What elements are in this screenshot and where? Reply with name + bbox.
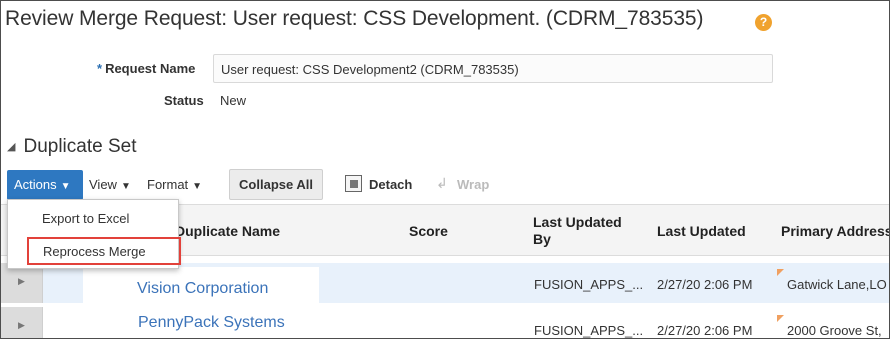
chevron-down-icon: ▼: [60, 181, 71, 192]
column-score[interactable]: Score: [409, 223, 448, 240]
status-label: Status: [164, 93, 204, 108]
duplicate-set-header[interactable]: ◢ Duplicate Set: [7, 136, 136, 158]
request-name-label: * Request Name: [97, 61, 196, 76]
change-flag-icon: [777, 269, 784, 276]
detach-button[interactable]: Detach: [369, 177, 412, 192]
help-icon[interactable]: ?: [755, 14, 772, 31]
expand-arrow-icon[interactable]: ▶: [18, 320, 25, 331]
wrap-icon: ↲: [436, 175, 448, 191]
menu-item-reprocess-merge[interactable]: Reprocess Merge: [27, 237, 181, 265]
last-updated-by-cell: FUSION_APPS_...: [534, 323, 644, 338]
actions-dropdown-menu: Export to Excel Reprocess Merge: [7, 199, 181, 269]
table-toolbar: Actions ▼ View ▼ Format ▼ Collapse All Deta…: [1, 168, 889, 202]
required-marker: *: [97, 61, 103, 76]
last-updated-cell: 2/27/20 2:06 PM: [657, 323, 753, 338]
column-primary-address[interactable]: Primary Address: [781, 223, 889, 240]
request-name-field[interactable]: User request: CSS Development2 (CDRM_783…: [213, 54, 773, 83]
column-duplicate-name[interactable]: Duplicate Name: [175, 223, 280, 240]
column-last-updated-by[interactable]: Last Updated By: [533, 214, 643, 248]
change-flag-icon: [777, 315, 784, 322]
duplicate-name-link[interactable]: PennyPack Systems: [138, 314, 285, 332]
wrap-button: Wrap: [457, 177, 490, 192]
merge-request-page: Review Merge Request: User request: CSS …: [0, 0, 890, 339]
primary-address-cell: Gatwick Lane,LO: [787, 277, 887, 292]
duplicate-name-link[interactable]: Vision Corporation: [137, 280, 268, 298]
table-row[interactable]: ▶ Vision Corporation FUSION_APPS_... 2/2…: [1, 263, 889, 303]
row-expand-handle[interactable]: ▶: [1, 263, 43, 303]
chevron-down-icon: ▼: [192, 181, 203, 192]
status-value: New: [220, 93, 247, 108]
last-updated-cell: 2/27/20 2:06 PM: [657, 277, 753, 292]
chevron-down-icon: ▼: [120, 181, 131, 192]
view-menu[interactable]: View ▼: [89, 177, 131, 192]
actions-menu-button[interactable]: Actions ▼: [7, 170, 83, 200]
detach-icon[interactable]: [345, 175, 362, 192]
row-expand-handle[interactable]: ▶: [1, 307, 43, 338]
primary-address-cell: 2000 Groove St,: [787, 323, 882, 338]
format-menu[interactable]: Format ▼: [147, 177, 202, 192]
page-title: Review Merge Request: User request: CSS …: [5, 7, 704, 30]
menu-item-export-to-excel[interactable]: Export to Excel: [8, 211, 178, 226]
last-updated-by-cell: FUSION_APPS_...: [534, 277, 644, 292]
expand-arrow-icon[interactable]: ▶: [18, 276, 25, 287]
collapse-all-button[interactable]: Collapse All: [229, 169, 323, 200]
column-last-updated[interactable]: Last Updated: [657, 223, 746, 240]
table-row[interactable]: ▶ PennyPack Systems FUSION_APPS_... 2/27…: [1, 307, 889, 338]
section-title: Duplicate Set: [23, 136, 137, 157]
collapse-triangle-icon[interactable]: ◢: [7, 141, 15, 153]
